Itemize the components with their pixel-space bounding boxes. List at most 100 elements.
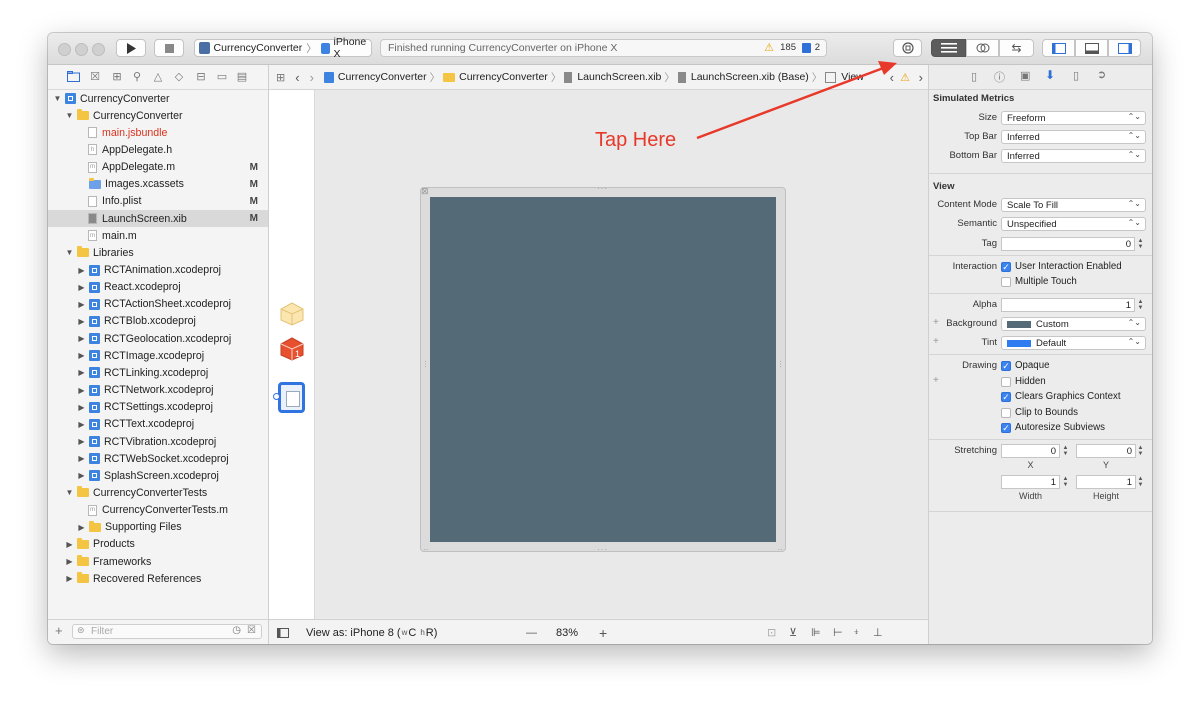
disclosure-collapsed-icon[interactable]: ▶	[77, 317, 86, 326]
toggle-debug-area-button[interactable]	[1075, 39, 1108, 57]
bottombar-popup[interactable]: Inferred ⌃⌄	[1001, 149, 1146, 163]
device-name[interactable]: iPhone X	[334, 36, 371, 60]
resize-handle-top[interactable]: ···	[597, 184, 608, 193]
user-interaction-label[interactable]: User Interaction Enabled	[1015, 261, 1122, 272]
clip-bounds-checkbox[interactable]	[1001, 408, 1011, 418]
resize-handle-bottom[interactable]: ···	[597, 545, 608, 554]
tree-row[interactable]: ▶ RCTBlob.xcodeproj	[48, 313, 268, 330]
embed-in-icon[interactable]: ⊻	[789, 626, 797, 639]
opaque-label[interactable]: Opaque	[1015, 360, 1049, 371]
stack-view-icon[interactable]: ⊥	[873, 626, 883, 639]
tag-field[interactable]: 0	[1001, 237, 1135, 251]
update-frames-icon[interactable]: ⊡	[767, 626, 776, 639]
tree-row[interactable]: ▶ RCTLinking.xcodeproj	[48, 364, 268, 381]
disclosure-expanded-icon[interactable]: ▼	[65, 111, 74, 120]
tree-row[interactable]: ▶ RCTAnimation.xcodeproj	[48, 262, 268, 279]
close-window-button[interactable]	[58, 43, 71, 56]
debug-icon[interactable]: ⊟	[194, 69, 208, 83]
connections-inspector-icon[interactable]: ➲	[1097, 68, 1106, 81]
tree-row[interactable]: ▶ Supporting Files	[48, 519, 268, 536]
view-outline-item[interactable]	[278, 382, 305, 413]
stretch-y-stepper[interactable]: ▲ ▼	[1137, 444, 1144, 458]
disclosure-collapsed-icon[interactable]: ▶	[77, 523, 86, 532]
tree-row[interactable]: ▶ RCTGeolocation.xcodeproj	[48, 330, 268, 347]
tree-row[interactable]: ▶ RCTVibration.xcodeproj	[48, 433, 268, 450]
topbar-popup[interactable]: Inferred ⌃⌄	[1001, 130, 1146, 144]
library-button[interactable]	[893, 39, 922, 57]
warning-count[interactable]: 185	[780, 42, 796, 53]
scm-filter-icon[interactable]: ☒	[247, 625, 256, 636]
disclosure-collapsed-icon[interactable]: ▶	[77, 386, 86, 395]
folder-icon[interactable]	[66, 69, 80, 83]
disclosure-collapsed-icon[interactable]: ▶	[65, 574, 74, 583]
add-icon[interactable]: +	[55, 623, 63, 638]
tree-row[interactable]: ▼ Libraries	[48, 244, 268, 261]
warning-icon[interactable]: ⚠	[900, 71, 910, 84]
multiple-touch-label[interactable]: Multiple Touch	[1015, 276, 1077, 287]
hierarchy-icon[interactable]: ⊞	[110, 69, 124, 83]
back-icon[interactable]: ‹	[295, 70, 299, 85]
close-scene-icon[interactable]: ⊠	[421, 186, 429, 197]
autoresize-label[interactable]: Autoresize Subviews	[1015, 422, 1105, 433]
clears-context-checkbox[interactable]: ✓	[1001, 392, 1011, 402]
clip-bounds-label[interactable]: Clip to Bounds	[1015, 407, 1078, 418]
disclosure-collapsed-icon[interactable]: ▶	[77, 471, 86, 480]
tree-row[interactable]: ▶ RCTImage.xcodeproj	[48, 347, 268, 364]
minimize-window-button[interactable]	[75, 43, 88, 56]
disclosure-collapsed-icon[interactable]: ▶	[77, 300, 86, 309]
view-as-label[interactable]: View as: iPhone 8 (	[306, 627, 401, 639]
disclosure-collapsed-icon[interactable]: ▶	[77, 283, 86, 292]
toggle-navigator-button[interactable]	[1042, 39, 1075, 57]
tree-row[interactable]: ▶ Products	[48, 536, 268, 553]
opaque-checkbox[interactable]: ✓	[1001, 361, 1011, 371]
search-icon[interactable]: ⚲	[130, 69, 144, 83]
zoom-out-button[interactable]: —	[526, 627, 537, 639]
resolve-autolayout-icon[interactable]: ⍖	[853, 626, 860, 639]
tree-row[interactable]: ▼ CurrencyConverter	[48, 107, 268, 124]
tree-row[interactable]: h AppDelegate.h	[48, 141, 268, 158]
stretch-height-field[interactable]: 1	[1076, 475, 1136, 489]
files-owner-cube-icon[interactable]	[280, 302, 304, 326]
first-responder-cube-icon[interactable]: 1	[280, 337, 304, 361]
resize-handle-left[interactable]: ···	[421, 360, 430, 368]
tree-row[interactable]: ▶ RCTNetwork.xcodeproj	[48, 382, 268, 399]
source-control-icon[interactable]: ☒	[88, 69, 102, 83]
disclosure-collapsed-icon[interactable]: ▶	[77, 403, 86, 412]
resize-handle-corner-bl[interactable]: ··	[423, 545, 428, 554]
breadcrumb-file[interactable]: LaunchScreen.xib	[577, 71, 661, 83]
tree-row[interactable]: ▶ RCTSettings.xcodeproj	[48, 399, 268, 416]
background-popup[interactable]: Custom ⌃⌄	[1001, 317, 1146, 331]
warning-icon[interactable]: ⚠	[764, 41, 774, 54]
toggle-inspector-button[interactable]	[1108, 39, 1141, 57]
resize-handle-corner-br[interactable]: ··	[778, 545, 783, 554]
hidden-label[interactable]: Hidden	[1015, 376, 1046, 387]
next-issue-icon[interactable]: ›	[919, 70, 923, 85]
tree-row[interactable]: ▶ SplashScreen.xcodeproj	[48, 467, 268, 484]
zoom-in-button[interactable]: +	[599, 625, 607, 641]
breadcrumb-localization[interactable]: LaunchScreen.xib (Base)	[691, 71, 809, 83]
hidden-checkbox[interactable]	[1001, 377, 1011, 387]
tree-row[interactable]: LaunchScreen.xib M	[48, 210, 268, 228]
tree-row[interactable]: ▶ React.xcodeproj	[48, 279, 268, 296]
stretch-x-field[interactable]: 0	[1001, 444, 1060, 458]
autoresize-checkbox[interactable]: ✓	[1001, 423, 1011, 433]
breadcrumb-view[interactable]: View	[841, 71, 863, 83]
alpha-field[interactable]: 1	[1001, 298, 1135, 312]
stretch-width-stepper[interactable]: ▲ ▼	[1062, 475, 1069, 489]
user-interaction-checkbox[interactable]: ✓	[1001, 262, 1011, 272]
breadcrumb-group[interactable]: CurrencyConverter	[459, 71, 548, 83]
semantic-popup[interactable]: Unspecified ⌃⌄	[1001, 217, 1146, 231]
recent-files-icon[interactable]: ◷	[232, 625, 241, 636]
disclosure-expanded-icon[interactable]: ▼	[65, 248, 74, 257]
disclosure-collapsed-icon[interactable]: ▶	[77, 334, 86, 343]
tree-row[interactable]: ▼ CurrencyConverterTests	[48, 484, 268, 501]
test-icon[interactable]: ◇	[172, 69, 186, 83]
tree-row[interactable]: ▶ Frameworks	[48, 553, 268, 570]
stretch-x-stepper[interactable]: ▲ ▼	[1062, 444, 1069, 458]
standard-editor-button[interactable]	[931, 39, 966, 57]
tree-row[interactable]: ▼ CurrencyConverter	[48, 90, 268, 107]
tree-row[interactable]: main.jsbundle	[48, 124, 268, 141]
tree-row[interactable]: Info.plist M	[48, 193, 268, 210]
disclosure-collapsed-icon[interactable]: ▶	[77, 437, 86, 446]
filter-field[interactable]: ⊜ Filter ◷ ☒	[72, 624, 262, 639]
